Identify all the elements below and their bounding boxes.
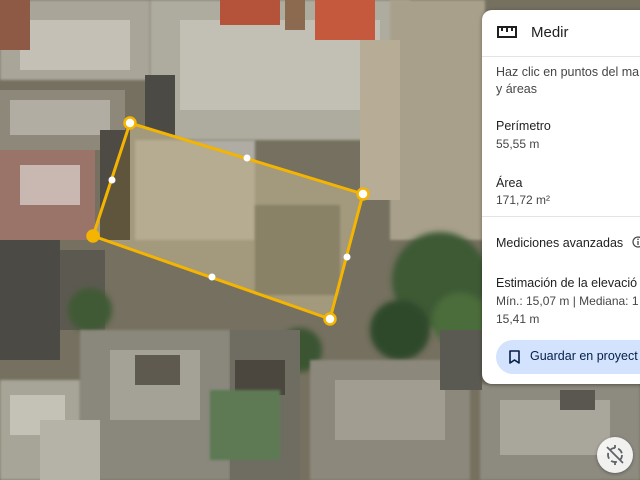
perimeter-label: Perímetro bbox=[496, 119, 551, 133]
elevation-stats: 15,41 m bbox=[496, 312, 540, 326]
compass-button[interactable] bbox=[597, 437, 633, 473]
instruction-text: Haz clic en puntos del ma y áreas bbox=[496, 64, 640, 98]
perimeter-value: 55,55 m bbox=[496, 137, 540, 151]
divider bbox=[482, 216, 640, 217]
instruction-line: Haz clic en puntos del ma bbox=[496, 65, 640, 79]
area-value: 171,72 m² bbox=[496, 193, 551, 207]
midpoint-handle[interactable] bbox=[208, 273, 216, 281]
vertex-point[interactable] bbox=[356, 187, 370, 201]
vertex-point[interactable] bbox=[123, 116, 137, 130]
ruler-icon bbox=[497, 26, 517, 38]
elevation-label: Estimación de la elevació bbox=[496, 276, 638, 290]
save-to-project-button[interactable]: Guardar en proyect bbox=[496, 340, 640, 374]
info-icon[interactable] bbox=[632, 236, 640, 248]
instruction-line: y áreas bbox=[496, 82, 537, 96]
midpoint-handle[interactable] bbox=[243, 154, 251, 162]
area-label: Área bbox=[496, 176, 523, 190]
vertex-point[interactable] bbox=[323, 312, 337, 326]
midpoint-handle[interactable] bbox=[108, 176, 116, 184]
panel-title: Medir bbox=[531, 24, 569, 41]
panel-header: Medir bbox=[482, 10, 640, 57]
bookmark-icon bbox=[509, 350, 520, 364]
vertex-point-last[interactable] bbox=[86, 229, 100, 243]
midpoint-handle[interactable] bbox=[343, 253, 351, 261]
elevation-stats: Mín.: 15,07 m | Mediana: 1 bbox=[496, 294, 639, 308]
compass-off-icon bbox=[606, 445, 624, 465]
save-button-label: Guardar en proyect bbox=[530, 349, 638, 363]
measure-panel: Medir Haz clic en puntos del ma y áreas … bbox=[482, 10, 640, 384]
advanced-measurements-label: Mediciones avanzadas bbox=[496, 236, 624, 250]
